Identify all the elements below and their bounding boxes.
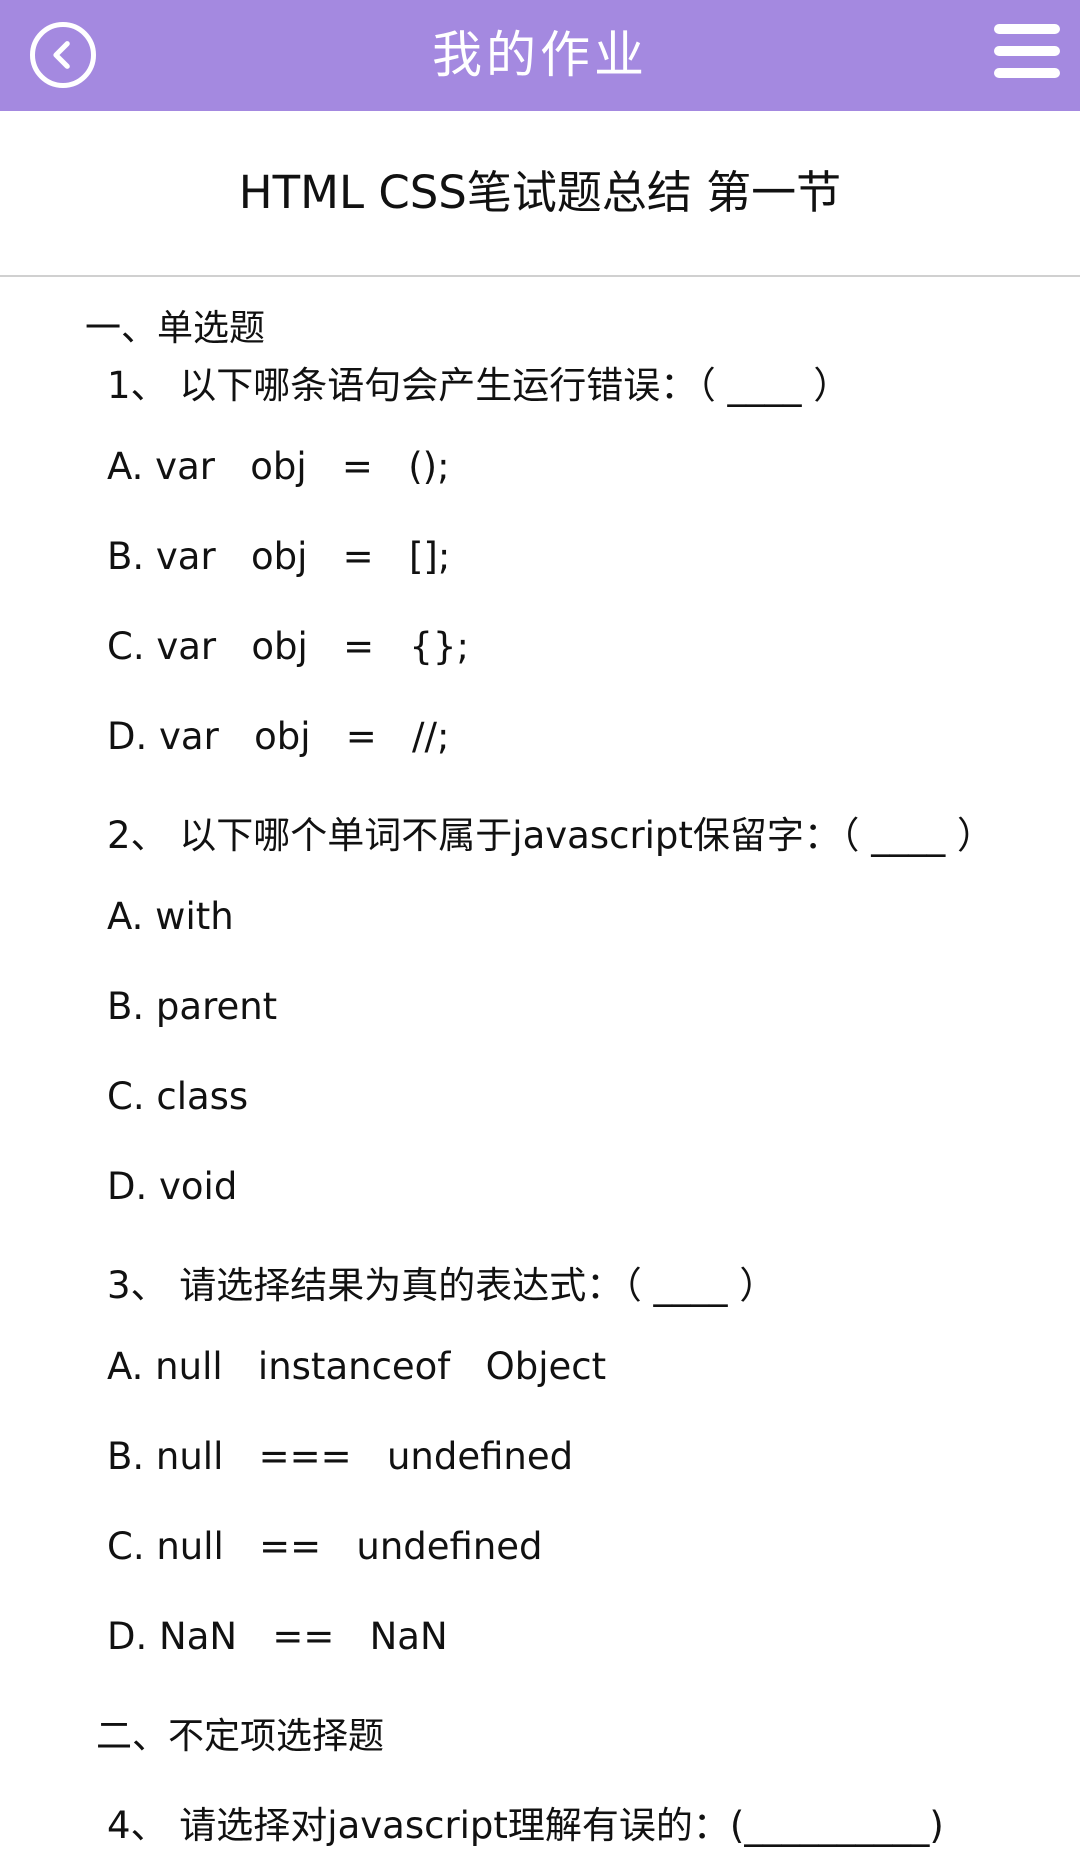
page-title: 我的作业: [432, 26, 648, 84]
section-heading-multiple-choice: 二、不定项选择题: [96, 1716, 385, 1757]
assignment-title: HTML CSS笔试题总结 第一节: [238, 166, 842, 219]
menu-icon: [994, 24, 1060, 34]
question-1: 1、 以下哪条语句会产生运行错误：（ ____ ）: [107, 364, 851, 407]
question-1-option-b[interactable]: B. var obj = [];: [107, 535, 450, 578]
menu-button[interactable]: [994, 24, 1060, 78]
question-2-option-a[interactable]: A. with: [107, 895, 234, 938]
menu-icon: [994, 68, 1060, 78]
question-1-option-d[interactable]: D. var obj = //;: [107, 715, 449, 758]
question-2-option-c[interactable]: C. class: [107, 1075, 248, 1118]
question-1-option-a[interactable]: A. var obj = ();: [107, 445, 450, 488]
section-heading-single-choice: 一、单选题: [85, 308, 266, 349]
question-3-option-c[interactable]: C. null == undefined: [107, 1525, 543, 1568]
question-3: 3、 请选择结果为真的表达式：（ ____ ）: [107, 1264, 777, 1307]
assignment-content: 一、单选题 1、 以下哪条语句会产生运行错误：（ ____ ） A. var o…: [0, 277, 1080, 1870]
question-2-option-b[interactable]: B. parent: [107, 985, 277, 1028]
question-3-option-b[interactable]: B. null === undefined: [107, 1435, 573, 1478]
question-1-option-c[interactable]: C. var obj = {};: [107, 625, 469, 668]
question-3-option-a[interactable]: A. null instanceof Object: [107, 1345, 606, 1388]
question-3-option-d[interactable]: D. NaN == NaN: [107, 1615, 448, 1658]
app-root: 我的作业 HTML CSS笔试题总结 第一节 一、单选题 1、 以下哪条语句会产…: [0, 0, 1080, 1870]
top-bar: 我的作业: [0, 0, 1080, 111]
menu-icon: [994, 46, 1060, 56]
question-2-option-d[interactable]: D. void: [107, 1165, 237, 1208]
question-4: 4、 请选择对javascript理解有误的：(__________): [107, 1804, 944, 1847]
question-2: 2、 以下哪个单词不属于javascript保留字：（ ____ ）: [107, 814, 994, 857]
